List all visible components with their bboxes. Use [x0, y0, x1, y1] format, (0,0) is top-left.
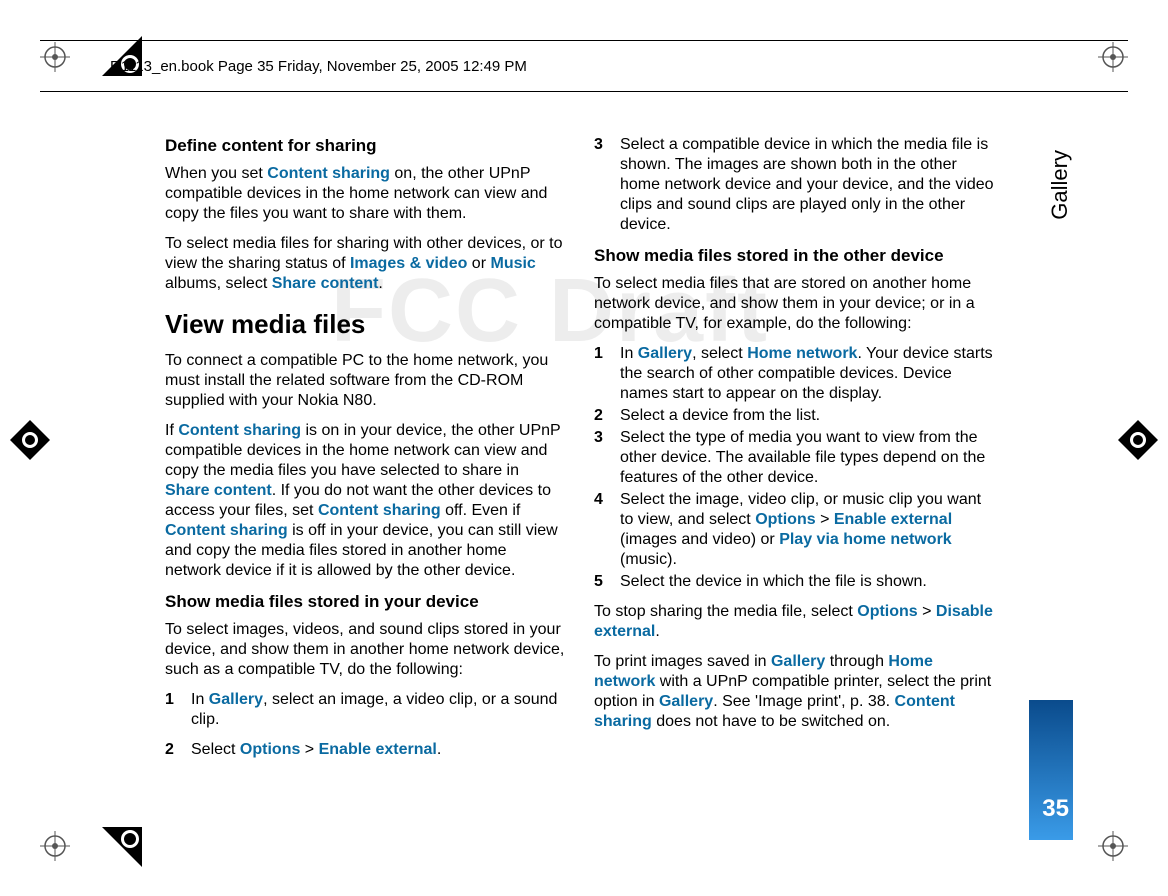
link-options: Options	[240, 741, 300, 758]
crop-mark-icon	[102, 827, 142, 872]
registration-mark-icon	[40, 831, 70, 866]
link-home-network: Home network	[747, 345, 857, 362]
link-gallery: Gallery	[771, 653, 825, 670]
link-content-sharing: Content sharing	[267, 165, 390, 182]
link-enable-external: Enable external	[834, 511, 952, 528]
list-item: 5Select the device in which the file is …	[594, 572, 995, 592]
link-options: Options	[857, 603, 917, 620]
header-text: R1113_en.book Page 35 Friday, November 2…	[110, 58, 527, 75]
list-item: 2Select a device from the list.	[594, 406, 995, 426]
body-text: When you set Content sharing on, the oth…	[165, 164, 566, 224]
link-gallery: Gallery	[209, 691, 263, 708]
link-gallery: Gallery	[659, 693, 713, 710]
list-item: 1In Gallery, select an image, a video cl…	[165, 690, 566, 730]
crop-mark-icon	[1118, 420, 1158, 465]
section-tab-label: Gallery	[1047, 150, 1073, 220]
list-item: 3Select the type of media you want to vi…	[594, 428, 995, 488]
page-number: 35	[1042, 795, 1069, 823]
link-content-sharing: Content sharing	[178, 422, 301, 439]
link-gallery: Gallery	[638, 345, 692, 362]
body-text: To select media files that are stored on…	[594, 274, 995, 334]
body-text: To connect a compatible PC to the home n…	[165, 351, 566, 411]
link-content-sharing: Content sharing	[318, 502, 441, 519]
body-text: If Content sharing is on in your device,…	[165, 421, 566, 581]
body-text: To select images, videos, and sound clip…	[165, 620, 566, 680]
crop-mark-icon	[10, 420, 50, 465]
link-share-content: Share content	[272, 275, 379, 292]
heading-define-content: Define content for sharing	[165, 135, 566, 156]
header-bar: R1113_en.book Page 35 Friday, November 2…	[40, 40, 1128, 92]
page-content: Define content for sharing When you set …	[165, 135, 995, 795]
steps-list: 1In Gallery, select an image, a video cl…	[165, 690, 566, 730]
body-text: To select media files for sharing with o…	[165, 234, 566, 294]
heading-view-media: View media files	[165, 308, 566, 341]
link-music: Music	[490, 255, 535, 272]
link-content-sharing: Content sharing	[165, 522, 288, 539]
list-item: 4Select the image, video clip, or music …	[594, 490, 995, 570]
body-text: To stop sharing the media file, select O…	[594, 602, 995, 642]
steps-list: 1In Gallery, select Home network. Your d…	[594, 344, 995, 592]
list-item: 2Select Options > Enable external.	[165, 740, 566, 760]
link-share-content: Share content	[165, 482, 272, 499]
list-item: 3Select a compatible device in which the…	[594, 135, 995, 235]
heading-show-your-device: Show media files stored in your device	[165, 591, 566, 612]
link-options: Options	[755, 511, 815, 528]
body-text: To print images saved in Gallery through…	[594, 652, 995, 732]
link-images-video: Images & video	[350, 255, 467, 272]
link-play-via-home: Play via home network	[779, 531, 952, 548]
link-enable-external: Enable external	[319, 741, 437, 758]
list-item: 1In Gallery, select Home network. Your d…	[594, 344, 995, 404]
registration-mark-icon	[1098, 831, 1128, 866]
heading-show-other-device: Show media files stored in the other dev…	[594, 245, 995, 266]
